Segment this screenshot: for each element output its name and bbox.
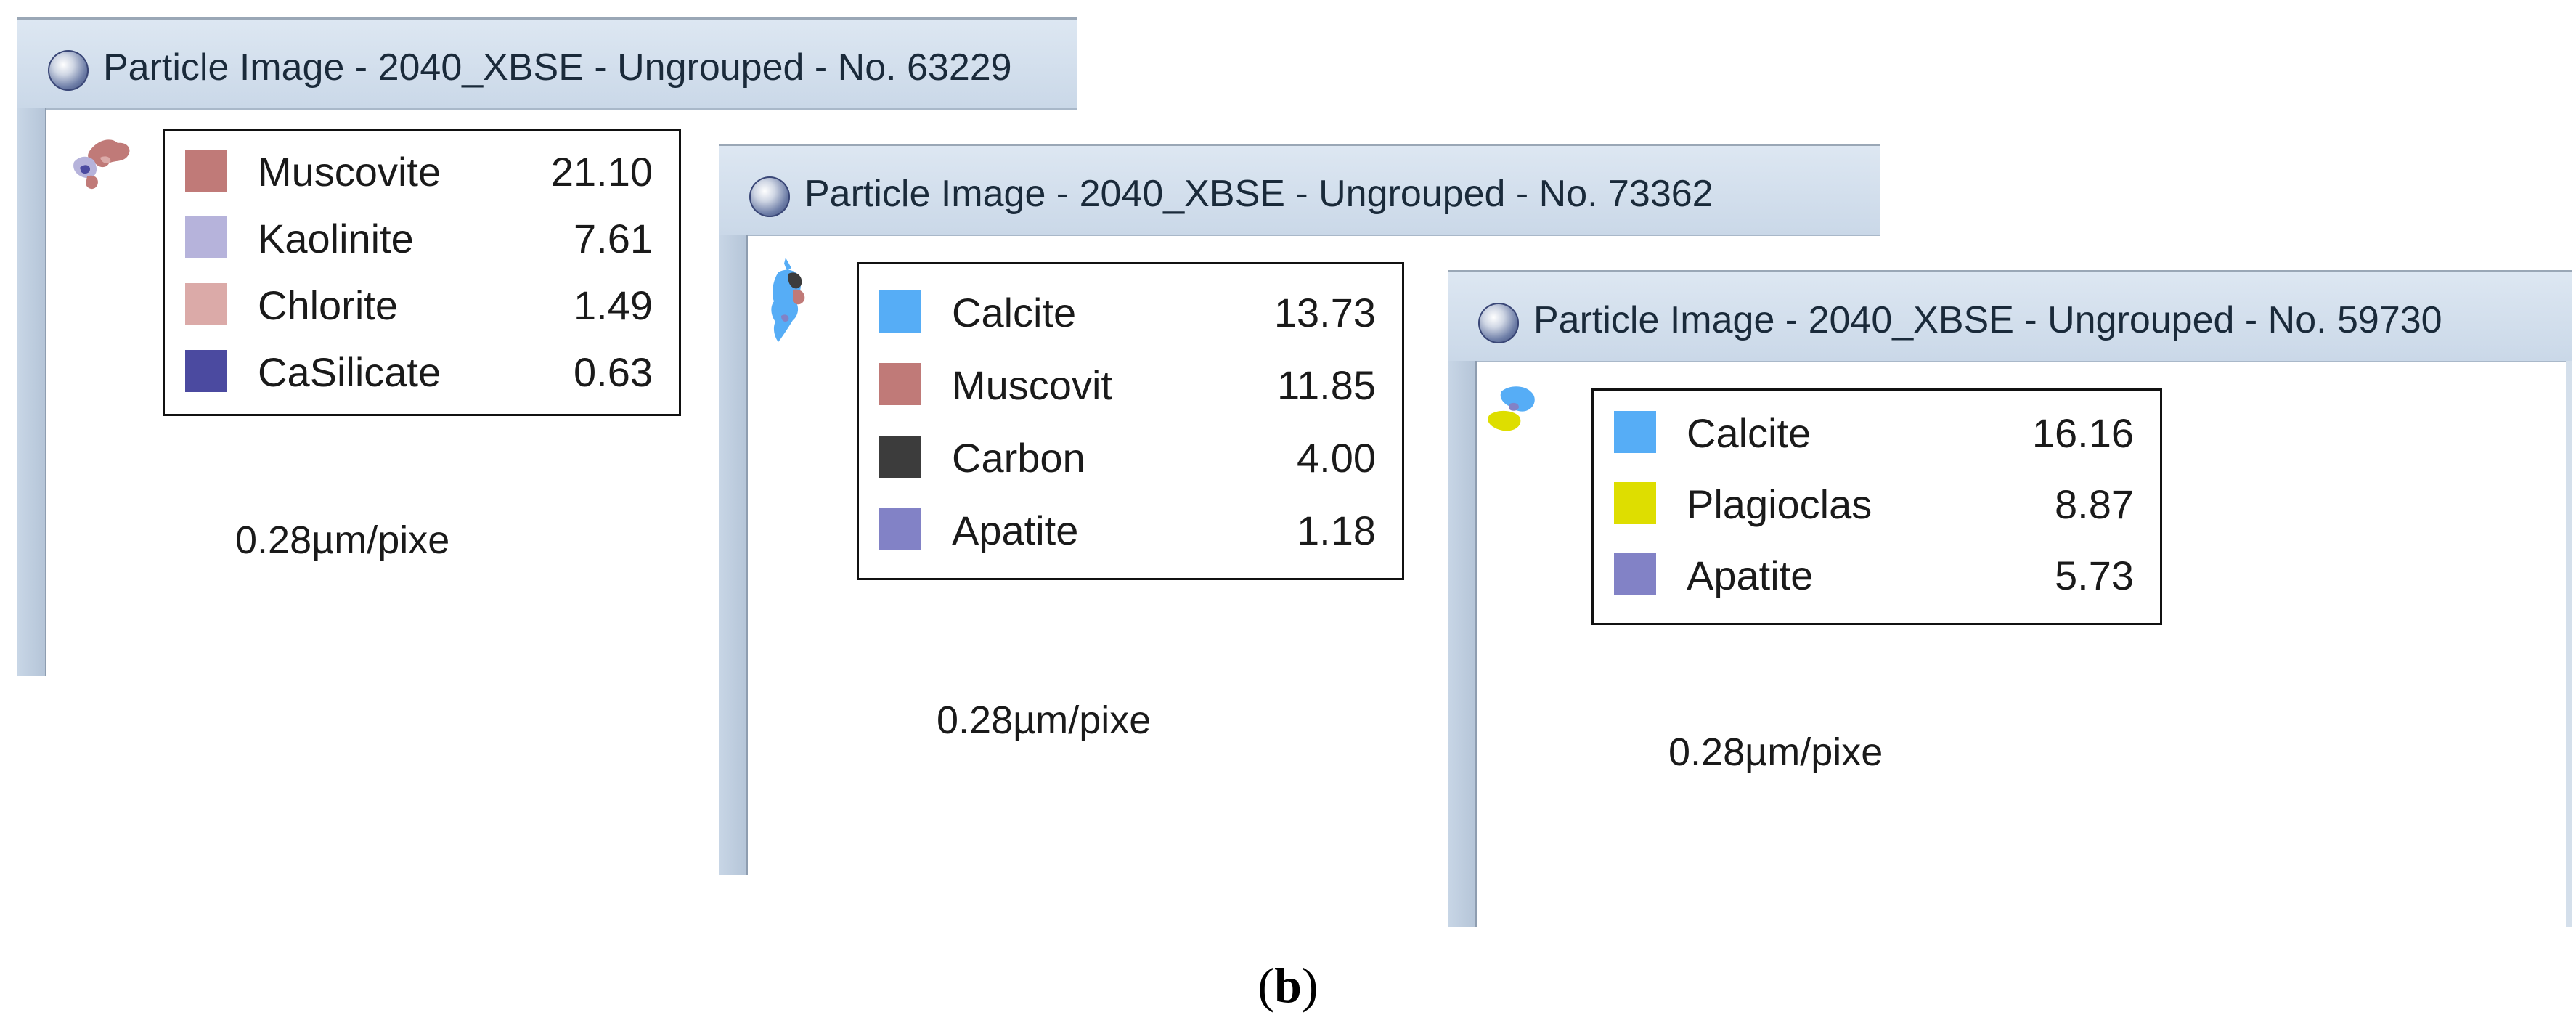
window-frame-left xyxy=(17,108,46,676)
mineral-value: 13.73 xyxy=(1273,290,1376,335)
window-frame-right xyxy=(2566,361,2572,927)
mineral-value: 11.85 xyxy=(1277,362,1376,408)
legend-row: Calcite 16.16 xyxy=(1614,405,2134,457)
mineral-name: Apatite xyxy=(952,508,1079,553)
mineral-value: 1.49 xyxy=(574,282,653,328)
legend-row: Muscovit 11.85 xyxy=(879,357,1376,409)
mineral-legend: Muscovite 21.10 Kaolinite 7.61 Chlorite … xyxy=(163,129,681,416)
caption-label: b xyxy=(1274,958,1302,1013)
mineral-value: 7.61 xyxy=(574,216,653,261)
mineral-name: CaSilicate xyxy=(258,349,441,395)
color-swatch xyxy=(185,283,227,325)
color-swatch xyxy=(185,216,227,258)
window-frame-left xyxy=(719,235,748,875)
mineral-value: 16.16 xyxy=(2031,410,2134,456)
app-globe-icon xyxy=(48,50,89,91)
mineral-value: 5.73 xyxy=(2055,553,2134,598)
color-swatch xyxy=(1614,411,1656,453)
window-title: Particle Image - 2040_XBSE - Ungrouped -… xyxy=(804,173,1713,215)
color-swatch xyxy=(185,350,227,392)
legend-row: Carbon 4.00 xyxy=(879,430,1376,482)
color-swatch xyxy=(879,436,921,478)
mineral-value: 0.63 xyxy=(574,349,653,395)
particle-thumbnail xyxy=(1488,386,1535,431)
caption-open-paren: ( xyxy=(1258,958,1275,1013)
mineral-legend: Calcite 16.16 Plagioclas 8.87 Apatite 5.… xyxy=(1591,388,2162,625)
legend-row: CaSilicate 0.63 xyxy=(185,344,653,396)
scale-label: 0.28µm/pixe xyxy=(1668,730,1883,774)
legend-row: Apatite 5.73 xyxy=(1614,547,2134,600)
window-titlebar[interactable]: Particle Image - 2040_XBSE - Ungrouped -… xyxy=(17,20,1077,110)
legend-row: Chlorite 1.49 xyxy=(185,277,653,330)
scale-label: 0.28µm/pixe xyxy=(235,518,450,562)
mineral-name: Carbon xyxy=(952,435,1085,481)
mineral-name: Apatite xyxy=(1687,553,1814,598)
color-swatch xyxy=(185,150,227,192)
color-swatch xyxy=(1614,482,1656,524)
mineral-name: Chlorite xyxy=(258,282,398,328)
mineral-value: 4.00 xyxy=(1297,435,1376,481)
mineral-legend: Calcite 13.73 Muscovit 11.85 Carbon 4.00… xyxy=(857,262,1404,580)
legend-row: Apatite 1.18 xyxy=(879,502,1376,555)
window-frame-left xyxy=(1448,361,1477,927)
app-globe-icon xyxy=(749,176,790,217)
mineral-name: Kaolinite xyxy=(258,216,414,261)
legend-row: Kaolinite 7.61 xyxy=(185,211,653,263)
mineral-name: Muscovite xyxy=(258,149,441,195)
mineral-name: Plagioclas xyxy=(1687,481,1872,527)
mineral-value: 21.10 xyxy=(550,149,653,195)
color-swatch xyxy=(879,290,921,333)
color-swatch xyxy=(1614,553,1656,595)
mineral-name: Muscovit xyxy=(952,362,1112,408)
window-titlebar[interactable]: Particle Image - 2040_XBSE - Ungrouped -… xyxy=(719,146,1880,236)
app-globe-icon xyxy=(1478,303,1519,343)
legend-row: Calcite 13.73 xyxy=(879,285,1376,337)
mineral-value: 8.87 xyxy=(2055,481,2134,527)
mineral-value: 1.18 xyxy=(1297,508,1376,553)
window-title: Particle Image - 2040_XBSE - Ungrouped -… xyxy=(103,46,1012,89)
particle-window-59730: Particle Image - 2040_XBSE - Ungrouped -… xyxy=(1448,270,2572,927)
scale-label: 0.28µm/pixe xyxy=(937,698,1152,742)
mineral-name: Calcite xyxy=(952,290,1077,335)
particle-thumbnail xyxy=(771,258,805,342)
legend-row: Muscovite 21.10 xyxy=(185,144,653,196)
window-title: Particle Image - 2040_XBSE - Ungrouped -… xyxy=(1533,299,2442,341)
color-swatch xyxy=(879,363,921,405)
figure-caption: (b) xyxy=(0,957,2576,1014)
caption-close-paren: ) xyxy=(1301,958,1318,1013)
mineral-name: Calcite xyxy=(1687,410,1811,456)
window-titlebar[interactable]: Particle Image - 2040_XBSE - Ungrouped -… xyxy=(1448,272,2572,362)
legend-row: Plagioclas 8.87 xyxy=(1614,476,2134,529)
color-swatch xyxy=(879,508,921,550)
particle-thumbnail xyxy=(73,139,130,190)
